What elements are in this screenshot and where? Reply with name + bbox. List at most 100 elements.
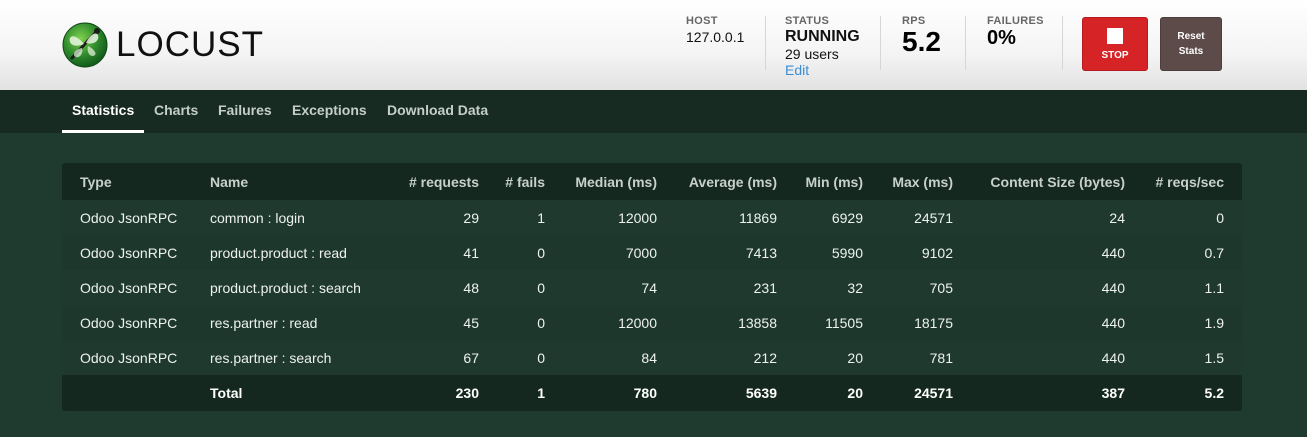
- reset-stats-button[interactable]: Reset Stats: [1160, 17, 1222, 71]
- table-cell: 24571: [914, 385, 953, 401]
- table-cell: 1: [537, 209, 545, 226]
- table-cell: 7413: [745, 244, 777, 261]
- host-stat: HOST 127.0.0.1: [686, 15, 744, 45]
- table-cell: 781: [929, 349, 953, 366]
- header-divider: [1062, 16, 1063, 70]
- tab-failures[interactable]: Failures: [218, 90, 272, 133]
- table-row: Odoo JsonRPC product.product : search 48…: [62, 270, 1242, 305]
- table-cell: product.product : search: [210, 279, 361, 296]
- tab-exceptions[interactable]: Exceptions: [292, 90, 367, 133]
- table-cell: Odoo JsonRPC: [80, 279, 178, 296]
- table-header-row: Type Name # requests # fails Median (ms)…: [62, 163, 1242, 200]
- column-header[interactable]: Max (ms): [881, 163, 971, 200]
- failures-stat: FAILURES 0%: [987, 15, 1044, 50]
- table-row: Odoo JsonRPC product.product : read 41 0…: [62, 235, 1242, 270]
- table-cell: 41: [463, 244, 479, 261]
- table-cell: 12000: [618, 209, 657, 226]
- table-cell: Odoo JsonRPC: [80, 244, 178, 261]
- total-row: Total 230 1 780 5639 20 24571 387 5.2: [62, 375, 1242, 411]
- table-cell: 1.5: [1204, 349, 1224, 366]
- host-label: HOST: [686, 15, 718, 27]
- failures-value: 0%: [987, 27, 1016, 49]
- table-cell: 0: [537, 279, 545, 296]
- rps-value: 5.2: [902, 26, 941, 57]
- stop-square-icon: [1107, 27, 1123, 44]
- stats-table: Type Name # requests # fails Median (ms)…: [62, 163, 1242, 411]
- tab-charts[interactable]: Charts: [154, 90, 198, 133]
- stats-table-container: Type Name # requests # fails Median (ms)…: [62, 163, 1242, 411]
- table-cell: 9102: [921, 244, 953, 261]
- user-count: 29 users: [785, 46, 839, 62]
- status-label: STATUS: [785, 15, 830, 27]
- table-cell: 705: [929, 279, 953, 296]
- header-divider: [880, 16, 881, 70]
- table-cell: res.partner : read: [210, 314, 318, 331]
- column-header[interactable]: # reqs/sec: [1143, 163, 1242, 200]
- rps-stat: RPS 5.2: [902, 15, 941, 58]
- table-cell: 13858: [738, 314, 777, 331]
- table-cell: res.partner : search: [210, 349, 332, 366]
- table-cell: 0.7: [1204, 244, 1224, 261]
- column-header[interactable]: Min (ms): [795, 163, 881, 200]
- column-header[interactable]: Average (ms): [675, 163, 795, 200]
- reset-button-label-line1: Reset: [1177, 31, 1205, 42]
- tab-statistics[interactable]: Statistics: [61, 90, 145, 133]
- tab-download-data[interactable]: Download Data: [387, 90, 488, 133]
- header-divider: [765, 16, 766, 70]
- stop-button[interactable]: STOP: [1082, 17, 1148, 71]
- table-row: Odoo JsonRPC res.partner : search 67 0 8…: [62, 340, 1242, 375]
- table-cell: 780: [633, 385, 657, 401]
- table-cell: 12000: [618, 314, 657, 331]
- edit-users-link[interactable]: Edit: [785, 62, 860, 78]
- table-cell: 5.2: [1204, 385, 1224, 401]
- table-cell: 18175: [914, 314, 953, 331]
- table-cell: 1.9: [1204, 314, 1224, 331]
- table-row: Odoo JsonRPC res.partner : read 45 0 120…: [62, 305, 1242, 340]
- table-cell: 212: [753, 349, 777, 366]
- table-cell: Odoo JsonRPC: [80, 349, 178, 366]
- table-cell: 7000: [625, 244, 657, 261]
- table-cell: 440: [1101, 314, 1125, 331]
- brand-name: LOCUST: [116, 25, 264, 64]
- stop-button-label: STOP: [1101, 49, 1129, 61]
- table-cell: [62, 375, 192, 411]
- table-cell: Odoo JsonRPC: [80, 314, 178, 331]
- brand-logo[interactable]: LOCUST: [62, 20, 264, 70]
- table-cell: 231: [753, 279, 777, 296]
- table-cell: 230: [455, 385, 479, 401]
- total-label: Total: [210, 385, 243, 401]
- table-cell: 6929: [831, 209, 863, 226]
- top-header: LOCUST HOST 127.0.0.1 STATUS RUNNING 29 …: [0, 0, 1307, 90]
- table-cell: 11505: [825, 314, 863, 331]
- table-row: Odoo JsonRPC common : login 29 1 12000 1…: [62, 200, 1242, 235]
- table-cell: 0: [537, 349, 545, 366]
- table-cell: 5639: [745, 385, 777, 401]
- failures-label: FAILURES: [987, 15, 1044, 27]
- table-cell: product.product : read: [210, 244, 347, 261]
- table-cell: 20: [847, 349, 863, 366]
- table-cell: 11869: [739, 209, 777, 226]
- column-header[interactable]: Name: [192, 163, 382, 200]
- column-header[interactable]: # requests: [382, 163, 497, 200]
- table-cell: 45: [463, 314, 479, 331]
- table-cell: 0: [537, 244, 545, 261]
- table-cell: 1.1: [1204, 279, 1224, 296]
- table-cell: 24: [1109, 209, 1125, 226]
- column-header[interactable]: # fails: [497, 163, 563, 200]
- table-cell: 440: [1101, 279, 1125, 296]
- column-header[interactable]: Median (ms): [563, 163, 675, 200]
- table-cell: 32: [847, 279, 863, 296]
- column-header[interactable]: Content Size (bytes): [971, 163, 1143, 200]
- table-cell: 0: [1216, 209, 1224, 226]
- reset-button-label-line2: Stats: [1178, 46, 1204, 57]
- table-cell: 387: [1101, 385, 1125, 401]
- tab-bar: Statistics Charts Failures Exceptions Do…: [0, 90, 1307, 133]
- table-cell: 84: [641, 349, 657, 366]
- status-value: RUNNING: [785, 28, 860, 45]
- table-cell: 48: [463, 279, 479, 296]
- table-cell: common : login: [210, 209, 305, 226]
- host-value: 127.0.0.1: [686, 29, 745, 45]
- column-header[interactable]: Type: [62, 163, 192, 200]
- status-stat: STATUS RUNNING 29 users Edit: [785, 15, 860, 78]
- table-cell: 440: [1101, 244, 1125, 261]
